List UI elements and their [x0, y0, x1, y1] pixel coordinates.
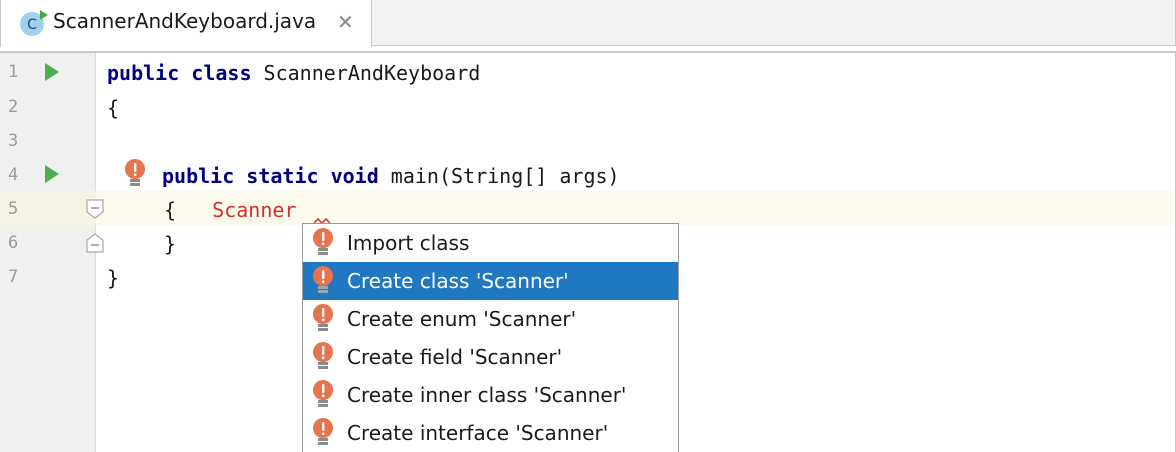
code-line-6: }: [164, 232, 177, 256]
quick-fix-bulb-icon: [313, 228, 333, 255]
code-line-1: public class ScannerAndKeyboard: [107, 61, 480, 85]
keyword: public static void: [162, 164, 379, 188]
code-line-2: {: [107, 96, 120, 120]
line-number: 2: [8, 97, 19, 117]
line-number: 7: [8, 267, 19, 287]
unresolved-symbol: Scanner: [212, 198, 297, 222]
svg-text:C: C: [27, 17, 37, 33]
quick-fix-bulb-icon: [313, 380, 333, 407]
quick-fix-bulb-icon: [313, 342, 333, 369]
popup-item-label: Create inner class 'Scanner': [347, 383, 627, 407]
method-signature: main(String[] args): [378, 164, 620, 188]
line-number: 1: [8, 62, 19, 82]
code-line-5[interactable]: { Scanner: [164, 198, 296, 222]
popup-item-create-interface[interactable]: Create interface 'Scanner': [303, 414, 678, 452]
line-number: 4: [8, 165, 19, 185]
line-number: 5: [8, 199, 19, 219]
popup-item-create-enum[interactable]: Create enum 'Scanner': [303, 300, 678, 338]
editor-tab[interactable]: C ScannerAndKeyboard.java ✕: [0, 0, 372, 47]
quick-fix-bulb-icon: [313, 418, 333, 445]
line-number: 6: [8, 233, 19, 253]
quick-fix-bulb-icon[interactable]: [124, 159, 146, 189]
keyword: public class: [107, 61, 252, 85]
quick-fix-bulb-icon: [313, 304, 333, 331]
tab-title: ScannerAndKeyboard.java: [53, 9, 317, 33]
quick-fix-popup: Import class Create class 'Scanner' Crea…: [302, 223, 679, 452]
popup-item-create-class[interactable]: Create class 'Scanner': [303, 262, 678, 300]
popup-item-label: Import class: [347, 231, 470, 255]
popup-item-label: Create field 'Scanner': [347, 345, 563, 369]
run-class-icon[interactable]: [44, 63, 60, 81]
code-line-7: }: [107, 266, 120, 290]
close-tab-icon[interactable]: ✕: [337, 10, 354, 34]
code-line-4: public static void main(String[] args): [162, 164, 620, 188]
popup-item-create-field[interactable]: Create field 'Scanner': [303, 338, 678, 376]
popup-item-label: Create enum 'Scanner': [347, 307, 577, 331]
open-brace: {: [164, 198, 213, 222]
popup-item-label: Create class 'Scanner': [347, 269, 569, 293]
popup-item-create-inner-class[interactable]: Create inner class 'Scanner': [303, 376, 678, 414]
popup-item-label: Create interface 'Scanner': [347, 421, 609, 445]
fold-end-icon[interactable]: [86, 233, 104, 253]
class-name: ScannerAndKeyboard: [251, 61, 481, 85]
popup-item-import-class[interactable]: Import class: [303, 224, 678, 262]
java-class-icon: C: [20, 10, 48, 36]
editor-tab-bar: C ScannerAndKeyboard.java ✕: [0, 0, 1176, 47]
run-main-icon[interactable]: [44, 165, 60, 183]
line-number: 3: [8, 131, 19, 151]
quick-fix-bulb-icon: [313, 266, 333, 293]
fold-start-icon[interactable]: [86, 199, 104, 219]
